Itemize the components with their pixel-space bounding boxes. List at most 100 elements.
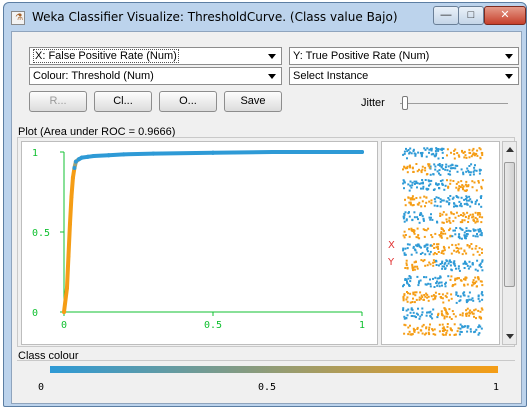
attribute-point	[466, 244, 469, 247]
attribute-point	[413, 180, 416, 183]
attribute-point	[432, 264, 435, 267]
scrollbar-thumb[interactable]	[504, 162, 515, 287]
attribute-point	[458, 251, 461, 254]
attribute-point	[455, 267, 457, 270]
jitter-slider-thumb[interactable]	[402, 96, 408, 110]
attribute-point	[472, 253, 475, 256]
attribute-point	[411, 308, 414, 311]
attribute-point	[432, 152, 435, 155]
attribute-point	[472, 173, 475, 176]
attribute-point	[471, 284, 473, 287]
save-button[interactable]: Save	[224, 91, 282, 112]
scroll-down-icon[interactable]	[506, 334, 514, 339]
attribute-point	[417, 281, 420, 284]
attribute-point	[421, 311, 424, 314]
attribute-point	[420, 259, 423, 262]
select-instance-value: Select Instance	[293, 70, 369, 82]
attribute-point	[457, 214, 460, 217]
attribute-point	[468, 260, 471, 263]
attribute-point	[434, 200, 437, 203]
attribute-point	[437, 183, 440, 186]
clear-button[interactable]: Cl...	[94, 91, 152, 112]
attribute-point	[474, 308, 477, 311]
attribute-point	[411, 166, 414, 169]
attribute-point	[440, 310, 443, 313]
attribute-point	[436, 277, 439, 280]
x-axis-select[interactable]: X: False Positive Rate (Num)	[29, 47, 282, 65]
attribute-point	[457, 243, 460, 246]
attribute-point	[405, 264, 408, 267]
attribute-point	[476, 235, 479, 238]
attribute-point	[449, 235, 452, 238]
attribute-point	[425, 314, 428, 317]
attribute-point	[425, 326, 428, 329]
attribute-point	[407, 183, 410, 186]
attribute-point	[403, 212, 406, 215]
attribute-point	[410, 152, 413, 155]
attribute-point	[460, 214, 462, 216]
select-instance-select[interactable]: Select Instance	[289, 67, 519, 85]
colour-select[interactable]: Colour: Threshold (Num)	[29, 67, 282, 85]
attribute-bar	[404, 195, 483, 208]
attribute-point	[448, 333, 451, 336]
attribute-point	[460, 196, 463, 199]
attribute-point	[481, 179, 484, 182]
attribute-point	[429, 314, 432, 317]
attribute-point	[478, 253, 481, 256]
jitter-slider-track[interactable]	[400, 103, 508, 104]
attribute-point	[473, 229, 475, 232]
y-axis-select[interactable]: Y: True Positive Rate (Num)	[289, 47, 519, 65]
attribute-point	[444, 294, 447, 297]
y-tick-label: 0	[32, 308, 38, 319]
attribute-point	[466, 283, 469, 286]
maximize-button[interactable]: □	[458, 6, 484, 25]
roc-plot[interactable]: 0 0.5 1 0 0.5 1	[21, 141, 378, 345]
attribute-point	[421, 325, 424, 328]
close-button[interactable]: ✕	[484, 6, 526, 25]
y-axis-select-value: Y: True Positive Rate (Num)	[293, 50, 430, 62]
attribute-point	[409, 311, 412, 314]
attribute-point	[448, 216, 451, 219]
attribute-point	[405, 278, 408, 281]
reset-button[interactable]: R...	[29, 91, 87, 112]
attribute-point	[418, 237, 421, 240]
attribute-point	[451, 235, 454, 238]
attribute-point	[404, 204, 407, 207]
roc-chart-svg[interactable]: 0 0.5 1 0 0.5 1	[22, 142, 377, 344]
roc-point	[360, 150, 364, 154]
attribute-point	[451, 197, 454, 200]
open-button[interactable]: O...	[159, 91, 217, 112]
attribute-point	[450, 252, 453, 255]
attribute-point	[441, 333, 444, 336]
attribute-point	[461, 314, 464, 317]
minimize-button[interactable]: —	[433, 6, 459, 25]
attribute-point	[409, 280, 412, 283]
attribute-point	[463, 267, 466, 269]
colour-tick-0: 0	[38, 382, 45, 393]
attribute-point	[441, 323, 444, 326]
attribute-point	[471, 213, 474, 216]
attribute-point	[454, 229, 456, 232]
attribute-point	[408, 330, 411, 333]
attribute-point	[475, 245, 478, 248]
attribute-point	[447, 262, 450, 265]
attribute-point	[412, 311, 415, 314]
attribute-point	[419, 329, 422, 332]
attribute-point	[474, 268, 477, 271]
scroll-up-icon[interactable]	[506, 147, 514, 152]
attribute-point	[409, 198, 412, 201]
title-bar[interactable]: ⚗ Weka Classifier Visualize: ThresholdCu…	[4, 3, 526, 31]
attribute-point	[408, 215, 411, 218]
attribute-point	[419, 212, 422, 215]
attribute-panel-scrollbar[interactable]	[502, 141, 517, 345]
attribute-point	[448, 229, 451, 232]
threshold-colour-gradient	[50, 366, 498, 373]
attribute-point	[406, 171, 409, 174]
attribute-point	[460, 180, 463, 183]
attribute-point	[471, 186, 474, 189]
attribute-point	[464, 277, 467, 280]
attribute-point	[476, 149, 479, 152]
attribute-bars-panel[interactable]	[381, 141, 500, 345]
attribute-point	[417, 234, 420, 237]
attribute-point	[405, 262, 408, 265]
